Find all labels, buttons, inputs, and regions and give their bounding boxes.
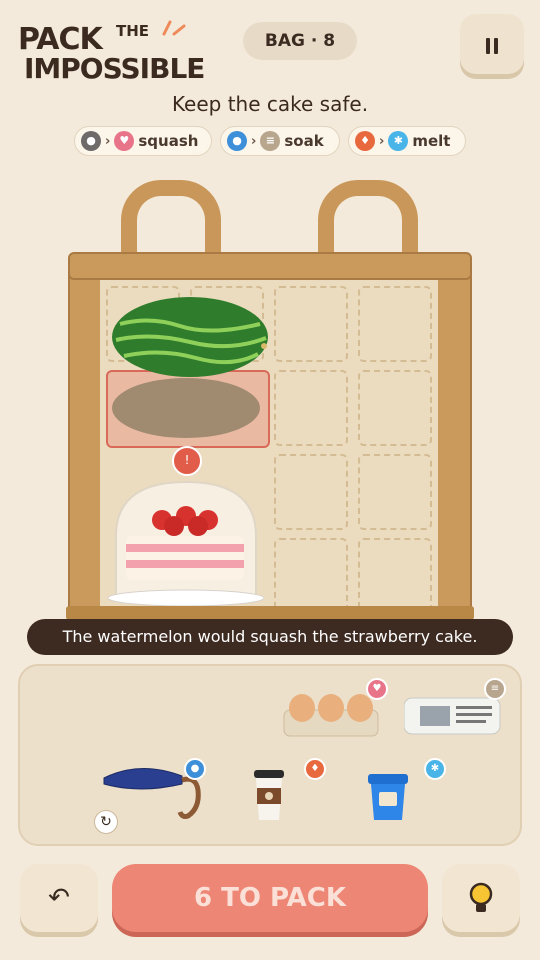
paper-icon: ≡ [260, 131, 281, 151]
rule-verb: melt [412, 132, 451, 150]
rule-verb: squash [138, 132, 199, 150]
flame-icon: ♦ [355, 131, 375, 151]
game-logo: PACK THE IMPOSSIBLE [18, 16, 205, 86]
paper-icon: ≡ [484, 678, 506, 700]
fragile-glass-icon: ♥ [114, 131, 135, 151]
logo-line-2: IMPOSSIBLE [24, 52, 205, 85]
grid-slot[interactable] [274, 370, 348, 446]
logo-spark-icon [162, 20, 186, 36]
grid-slot[interactable] [358, 370, 432, 446]
fragile-glass-icon: ♥ [366, 678, 388, 700]
bag-level-badge: BAG · 8 [243, 22, 357, 60]
logo-the: THE [116, 22, 150, 40]
water-drop-icon: ● [227, 131, 247, 151]
rule-melt: ♦ › ✱ melt [348, 126, 466, 156]
rule-squash: ● › ♥ squash [74, 126, 212, 156]
grid-slot[interactable] [358, 454, 432, 530]
grid-slot[interactable] [274, 286, 348, 362]
rotate-button[interactable]: ↻ [94, 810, 118, 834]
pack-button[interactable]: 6 TO PACK [112, 864, 428, 932]
pause-icon [486, 37, 498, 54]
rule-soak: ● › ≡ soak [220, 126, 340, 156]
undo-icon: ↶ [48, 883, 70, 913]
squash-warning-icon: ! [172, 446, 202, 476]
watermelon-ghost [112, 378, 260, 438]
hint-button[interactable] [442, 864, 520, 932]
arrow-icon: › [105, 133, 111, 149]
ice-cream-tub-item[interactable] [368, 774, 408, 822]
arrow-icon: › [379, 133, 385, 149]
conflict-tooltip: The watermelon would squash the strawber… [27, 619, 513, 655]
pause-button[interactable] [460, 14, 524, 74]
coffee-cup-item[interactable] [250, 770, 288, 822]
bag-handle-right [318, 180, 418, 260]
goal-text: Keep the cake safe. [171, 92, 369, 116]
flame-icon: ♦ [304, 758, 326, 780]
weight-icon: ● [81, 131, 101, 151]
bag-bottom [66, 606, 474, 620]
arrow-icon: › [251, 133, 257, 149]
eggs-item[interactable] [282, 690, 380, 740]
water-drop-icon: ● [184, 758, 206, 780]
snowflake-icon: ✱ [424, 758, 446, 780]
strawberry-cake-item[interactable] [108, 476, 268, 610]
newspaper-item[interactable] [404, 694, 502, 738]
undo-button[interactable]: ↶ [20, 864, 98, 932]
invalid-placement-preview [106, 370, 270, 448]
bag-rim [68, 252, 472, 280]
bag-handle-left [121, 180, 221, 260]
snowflake-icon: ✱ [388, 131, 409, 151]
watermelon-item[interactable] [110, 294, 272, 380]
grid-slot[interactable] [274, 538, 348, 614]
grid-slot[interactable] [358, 286, 432, 362]
grid-slot[interactable] [358, 538, 432, 614]
lightbulb-icon [469, 882, 493, 912]
rule-verb: soak [284, 132, 324, 150]
grid-slot[interactable] [274, 454, 348, 530]
